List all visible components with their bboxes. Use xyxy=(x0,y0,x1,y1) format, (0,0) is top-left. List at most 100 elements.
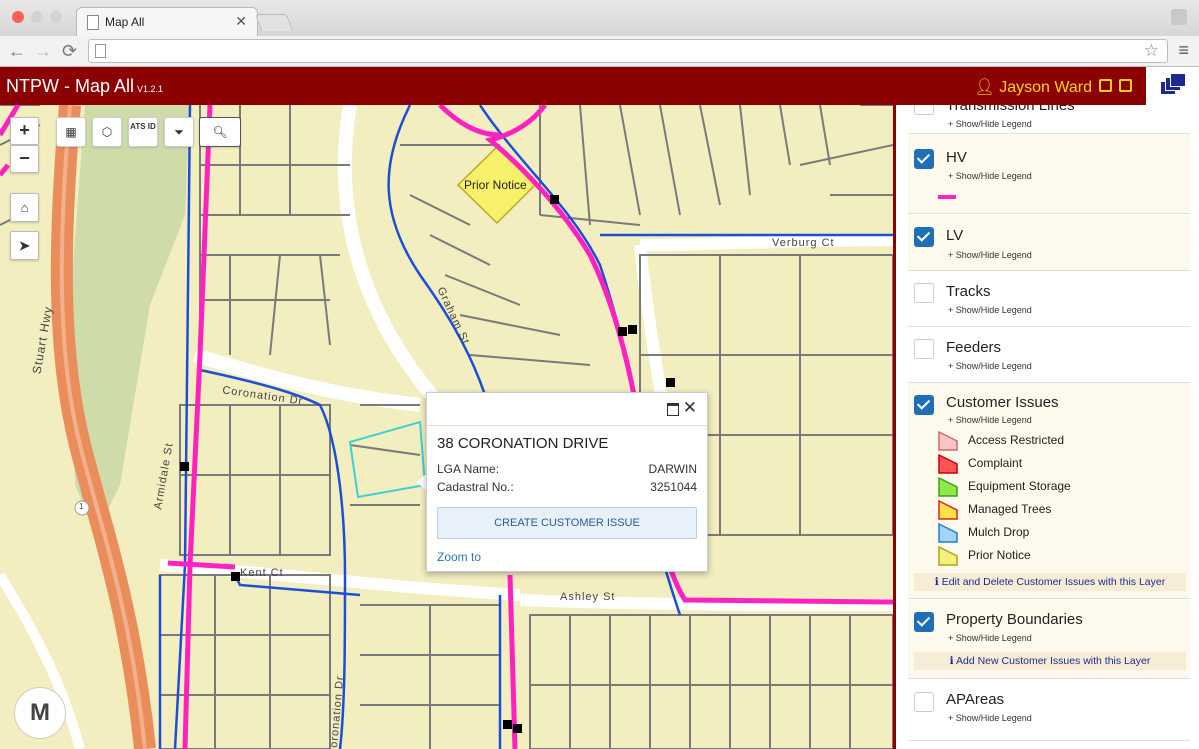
layer-apareas: APAreas + Show/Hide Legend xyxy=(908,680,1190,741)
legend-label: Mulch Drop xyxy=(968,525,1030,539)
prior-notice-label: Prior Notice xyxy=(464,178,527,192)
lga-label: LGA Name: xyxy=(437,462,500,476)
legend-swatch xyxy=(938,453,958,474)
maximize-window-button[interactable] xyxy=(50,11,62,23)
legend-toggle[interactable]: + Show/Hide Legend xyxy=(948,305,1032,315)
legend-toggle[interactable]: + Show/Hide Legend xyxy=(948,119,1032,129)
page-icon xyxy=(87,15,99,30)
ats-id-button[interactable]: ATS ID xyxy=(128,117,158,147)
feeders-checkbox[interactable] xyxy=(914,339,934,359)
hv-legend-swatch xyxy=(938,195,956,199)
legend-label: Access Restricted xyxy=(968,433,1065,447)
legend-label: Prior Notice xyxy=(968,548,1031,562)
legend-toggle[interactable]: + Show/Hide Legend xyxy=(948,250,1032,260)
legend-swatch xyxy=(938,522,958,543)
create-customer-issue-button[interactable]: CREATE CUSTOMER ISSUE xyxy=(437,507,697,539)
street-label-ashley: Ashley St xyxy=(560,591,616,603)
close-icon[interactable]: ✕ xyxy=(683,398,697,418)
minimize-window-button[interactable] xyxy=(31,11,43,23)
profile-icon[interactable] xyxy=(1171,9,1187,25)
bookmark-star-icon[interactable]: ☆ xyxy=(1144,41,1159,61)
cadastral-value: 3251044 xyxy=(650,480,697,494)
search-icon: 🔍︎ xyxy=(212,125,228,139)
zoom-in-button[interactable]: + xyxy=(10,117,39,145)
address-bar[interactable]: ☆ xyxy=(88,39,1168,63)
lv-checkbox[interactable] xyxy=(914,227,934,247)
tracks-checkbox[interactable] xyxy=(914,283,934,303)
app-version: V1.2.1 xyxy=(137,84,164,94)
app-title: NTPW - Map All V1.2.1 xyxy=(6,76,163,97)
popup-title: 38 CORONATION DRIVE xyxy=(437,435,609,452)
forward-arrow-icon[interactable]: → xyxy=(34,41,52,62)
popup-pointer xyxy=(416,474,426,490)
lga-value: DARWIN xyxy=(648,462,697,476)
customer-issues-checkbox[interactable] xyxy=(914,395,934,415)
zoom-out-button[interactable]: − xyxy=(10,145,39,173)
search-button[interactable]: 🔍︎ xyxy=(199,117,241,147)
grid-tool-button[interactable]: ▦ xyxy=(56,117,86,147)
selected-parcel xyxy=(348,420,427,499)
home-button[interactable]: ⌂ xyxy=(10,193,39,222)
legend-toggle[interactable]: + Show/Hide Legend xyxy=(948,361,1032,371)
browser-menu-icon[interactable]: ≡ xyxy=(1178,40,1189,61)
app-header: NTPW - Map All V1.2.1 👤︎ Jayson Ward xyxy=(0,67,1146,105)
legend-label: Equipment Storage xyxy=(968,479,1071,493)
close-tab-icon[interactable]: ✕ xyxy=(235,13,247,30)
browser-tab-bar: Map All ✕ xyxy=(0,0,1199,37)
property-boundaries-checkbox[interactable] xyxy=(914,612,934,632)
user-name: Jayson Ward xyxy=(999,79,1092,96)
close-window-button[interactable] xyxy=(12,11,24,23)
layers-icon-rear xyxy=(1170,73,1186,87)
layer-name: Property Boundaries xyxy=(946,611,1083,628)
user-icon: 👤︎ xyxy=(974,79,995,96)
street-label-kent: Kent Ct xyxy=(240,567,284,579)
user-menu[interactable]: 👤︎ Jayson Ward xyxy=(974,77,1092,97)
info-text: Add New Customer Issues with this Layer xyxy=(956,655,1151,667)
new-tab-button[interactable] xyxy=(254,14,294,31)
back-arrow-icon[interactable]: ← xyxy=(8,41,26,62)
locate-arrow-icon: ➤ xyxy=(19,238,30,253)
layer-name: LV xyxy=(946,227,964,244)
layer-name: HV xyxy=(946,149,967,166)
layer-name: APAreas xyxy=(946,691,1005,708)
lasso-icon: ⬡ xyxy=(101,125,113,139)
zoom-to-link[interactable]: Zoom to xyxy=(437,550,481,564)
add-customer-issues-info[interactable]: ℹ︎ Add New Customer Issues with this Lay… xyxy=(914,652,1186,670)
lasso-tool-button[interactable]: ⬡ xyxy=(92,117,122,147)
hv-checkbox[interactable] xyxy=(914,149,934,169)
legend-swatch xyxy=(938,430,958,451)
layer-name: Transmission Lines xyxy=(946,105,1075,114)
layer-name: Tracks xyxy=(946,283,991,300)
settings-icon[interactable] xyxy=(1099,79,1112,92)
reload-icon[interactable]: ⟳ xyxy=(62,41,77,62)
legend-toggle[interactable]: + Show/Hide Legend xyxy=(948,713,1032,723)
road-verburg xyxy=(639,234,893,251)
transmission-checkbox[interactable] xyxy=(914,105,934,115)
legend-toggle[interactable]: + Show/Hide Legend xyxy=(948,633,1032,643)
apareas-checkbox[interactable] xyxy=(914,692,934,712)
locate-button[interactable]: ➤ xyxy=(10,231,39,260)
parcel-popup: ✕ 38 CORONATION DRIVE LGA Name: DARWIN C… xyxy=(426,392,708,572)
legend-label: Complaint xyxy=(968,456,1023,470)
browser-tab[interactable]: Map All ✕ xyxy=(76,7,258,37)
edit-customer-issues-info[interactable]: ℹ︎ Edit and Delete Customer Issues with … xyxy=(914,573,1186,591)
popup-header: ✕ xyxy=(427,393,707,426)
briefcase-icon[interactable] xyxy=(1119,79,1132,92)
filter-button[interactable]: ⏷ xyxy=(164,117,194,147)
active-mobile-logo: M xyxy=(14,687,66,739)
tab-title: Map All xyxy=(105,15,145,29)
layer-name: Feeders xyxy=(946,339,1002,356)
home-icon: ⌂ xyxy=(20,200,29,215)
cadastral-label: Cadastral No.: xyxy=(437,480,514,494)
legend-swatch xyxy=(938,476,958,497)
layers-toggle-button[interactable] xyxy=(1146,67,1199,105)
layer-feeders: Feeders + Show/Hide Legend xyxy=(908,327,1190,383)
layer-transmission: Transmission Lines + Show/Hide Legend xyxy=(908,105,1190,134)
page-icon xyxy=(95,44,106,58)
legend-toggle[interactable]: + Show/Hide Legend xyxy=(948,415,1032,425)
maximize-icon[interactable] xyxy=(667,403,679,416)
filter-icon: ⏷ xyxy=(174,125,184,139)
layer-lv: LV + Show/Hide Legend xyxy=(908,215,1190,271)
legend-toggle[interactable]: + Show/Hide Legend xyxy=(948,171,1032,181)
layer-hv: HV + Show/Hide Legend xyxy=(908,135,1190,214)
